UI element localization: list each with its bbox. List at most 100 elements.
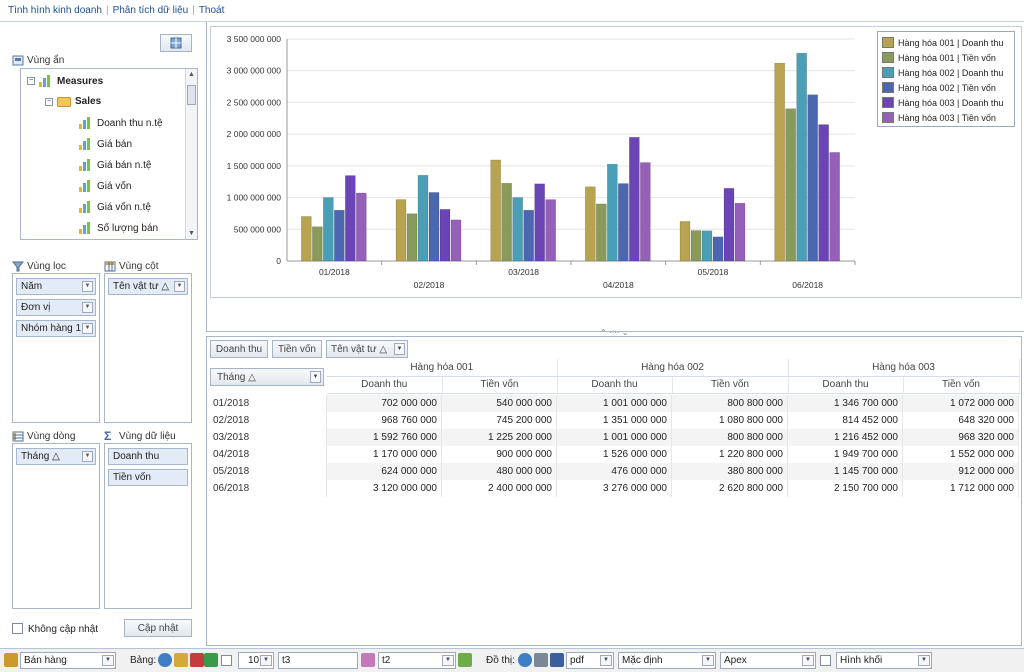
bookmark-icon[interactable] — [361, 653, 375, 667]
table-checkbox[interactable] — [221, 655, 232, 666]
chevron-down-icon[interactable]: ▼ — [802, 655, 814, 666]
excel-icon[interactable] — [204, 653, 218, 667]
table-cell[interactable]: 745 200 000 — [442, 412, 557, 429]
table-cell[interactable]: 968 320 000 — [903, 429, 1019, 446]
tree-item-gia-von[interactable]: Giá vốn — [79, 180, 131, 192]
theme-select[interactable]: Apex ▼ — [720, 652, 816, 669]
table-cell[interactable]: 1 526 000 000 — [557, 446, 672, 463]
filter-chip-unit[interactable]: Đơn vị ▼ — [16, 299, 96, 316]
chevron-down-icon[interactable]: ▼ — [260, 655, 272, 666]
tree-item-gia-ban-nte[interactable]: Giá bán n.tệ — [79, 159, 151, 171]
group-header-003[interactable]: Hàng hóa 003 — [788, 359, 1020, 377]
table-cell[interactable]: 1 225 200 000 — [442, 429, 557, 446]
table-cell[interactable]: 1 346 700 000 — [788, 395, 903, 412]
table-cell[interactable]: 480 000 000 — [442, 463, 557, 480]
table-cell[interactable]: 1 220 800 000 — [672, 446, 788, 463]
table-cell[interactable]: 1 072 000 000 — [903, 395, 1019, 412]
table-cell[interactable]: 800 800 000 — [672, 395, 788, 412]
menu-exit[interactable]: Thoát — [195, 5, 229, 16]
filter-area-box[interactable]: Năm ▼ Đơn vị ▼ Nhóm hàng 1 ▼ — [12, 273, 100, 423]
filter-chip-product-group[interactable]: Nhóm hàng 1 ▼ — [16, 320, 96, 337]
table-cell[interactable]: 380 800 000 — [672, 463, 788, 480]
table-cell[interactable]: 900 000 000 — [442, 446, 557, 463]
column-area-box[interactable]: Tên vật tư △ ▼ — [104, 273, 192, 423]
sub-header-cost[interactable]: Tiền vốn — [903, 376, 1020, 394]
tree-scrollbar[interactable]: ▲ ▼ — [185, 69, 197, 239]
sub-header-cost[interactable]: Tiền vốn — [442, 376, 558, 394]
table-cell[interactable]: 1 145 700 000 — [788, 463, 903, 480]
table-cell[interactable]: 1 949 700 000 — [788, 446, 903, 463]
shape-select[interactable]: Hình khối ▼ — [836, 652, 932, 669]
brush-icon[interactable] — [174, 653, 188, 667]
save-icon[interactable] — [550, 653, 564, 667]
row-field-button[interactable]: Tháng △ ▼ — [210, 368, 324, 386]
layout-toggle-button[interactable] — [160, 34, 192, 52]
table-cell[interactable]: 3 276 000 000 — [557, 480, 672, 497]
menu-data-analysis[interactable]: Phân tích dữ liệu — [109, 5, 193, 16]
scroll-thumb[interactable] — [187, 85, 196, 105]
table-cell[interactable]: 1 592 760 000 — [327, 429, 442, 446]
tree-node-measures[interactable]: − Measures — [27, 75, 103, 87]
table-cell[interactable]: 1 216 452 000 — [788, 429, 903, 446]
table-cell[interactable]: 702 000 000 — [327, 395, 442, 412]
page-size-select[interactable]: 10 ▼ — [238, 652, 274, 669]
measures-tree[interactable]: − Measures − Sales Doanh thu n.tệ Giá bá… — [20, 68, 198, 240]
no-update-checkbox[interactable] — [12, 623, 23, 634]
table-cell[interactable]: 800 800 000 — [672, 429, 788, 446]
filter-chip-year[interactable]: Năm ▼ — [16, 278, 96, 295]
export-format-select[interactable]: pdf ▼ — [566, 652, 614, 669]
row-chip-month[interactable]: Tháng △ ▼ — [16, 448, 96, 465]
tree-item-so-luong-ban[interactable]: Số lượng bán — [79, 222, 158, 234]
collapse-icon[interactable]: − — [27, 77, 35, 85]
table-cell[interactable]: 1 351 000 000 — [557, 412, 672, 429]
tree-node-sales[interactable]: − Sales — [45, 96, 101, 107]
menu-business-status[interactable]: Tình hình kinh doanh — [4, 5, 106, 16]
group-header-001[interactable]: Hàng hóa 001 — [327, 359, 558, 377]
chevron-down-icon[interactable]: ▼ — [918, 655, 930, 666]
row-header[interactable]: 04/2018 — [209, 446, 327, 463]
table-cell[interactable]: 1 170 000 000 — [327, 446, 442, 463]
data-field-button-cost[interactable]: Tiền vốn — [272, 340, 322, 358]
shape-checkbox[interactable] — [820, 655, 831, 666]
table-cell[interactable]: 814 452 000 — [788, 412, 903, 429]
table-cell[interactable]: 1 001 000 000 — [557, 429, 672, 446]
table-cell[interactable]: 476 000 000 — [557, 463, 672, 480]
tree-item-gia-von-nte[interactable]: Giá vốn n.tệ — [79, 201, 151, 213]
chevron-down-icon[interactable]: ▼ — [82, 451, 93, 462]
collapse-icon[interactable]: − — [45, 97, 53, 106]
chevron-down-icon[interactable]: ▼ — [310, 371, 321, 383]
table-cell[interactable]: 968 760 000 — [327, 412, 442, 429]
scroll-up-icon[interactable]: ▲ — [188, 71, 195, 78]
table-cell[interactable]: 2 400 000 000 — [442, 480, 557, 497]
chevron-down-icon[interactable]: ▼ — [82, 302, 93, 313]
column-field-button[interactable]: Tên vật tư △ ▼ — [326, 340, 408, 358]
style-select[interactable]: Mặc định ▼ — [618, 652, 716, 669]
table-name-input[interactable]: t3 — [278, 652, 358, 669]
table-cell[interactable]: 2 150 700 000 — [788, 480, 903, 497]
data-chip-cost[interactable]: Tiền vốn — [108, 469, 188, 486]
report-select[interactable]: Bán hàng ▼ — [20, 652, 116, 669]
chevron-down-icon[interactable]: ▼ — [394, 343, 405, 355]
sub-header-revenue[interactable]: Doanh thu — [327, 376, 443, 394]
row-header[interactable]: 05/2018 — [209, 463, 327, 480]
print-icon[interactable] — [534, 653, 548, 667]
table-cell[interactable]: 3 120 000 000 — [327, 480, 442, 497]
row-area-box[interactable]: Tháng △ ▼ — [12, 443, 100, 609]
add-icon[interactable] — [458, 653, 472, 667]
refresh-icon[interactable] — [158, 653, 172, 667]
row-header[interactable]: 06/2018 — [209, 480, 327, 497]
table-cell[interactable]: 1 080 800 000 — [672, 412, 788, 429]
table-cell[interactable]: 1 001 000 000 — [557, 395, 672, 412]
chevron-down-icon[interactable]: ▼ — [174, 281, 185, 292]
sub-header-revenue[interactable]: Doanh thu — [557, 376, 673, 394]
table-cell[interactable]: 2 620 800 000 — [672, 480, 788, 497]
tree-item-doanh-thu-nte[interactable]: Doanh thu n.tệ — [79, 117, 163, 129]
chevron-down-icon[interactable]: ▼ — [102, 655, 114, 666]
sub-header-revenue[interactable]: Doanh thu — [788, 376, 904, 394]
chart-refresh-icon[interactable] — [518, 653, 532, 667]
chevron-down-icon[interactable]: ▼ — [82, 281, 93, 292]
table-cell[interactable]: 1 552 000 000 — [903, 446, 1019, 463]
data-chip-revenue[interactable]: Doanh thu — [108, 448, 188, 465]
table-cell[interactable]: 540 000 000 — [442, 395, 557, 412]
chevron-down-icon[interactable]: ▼ — [600, 655, 612, 666]
